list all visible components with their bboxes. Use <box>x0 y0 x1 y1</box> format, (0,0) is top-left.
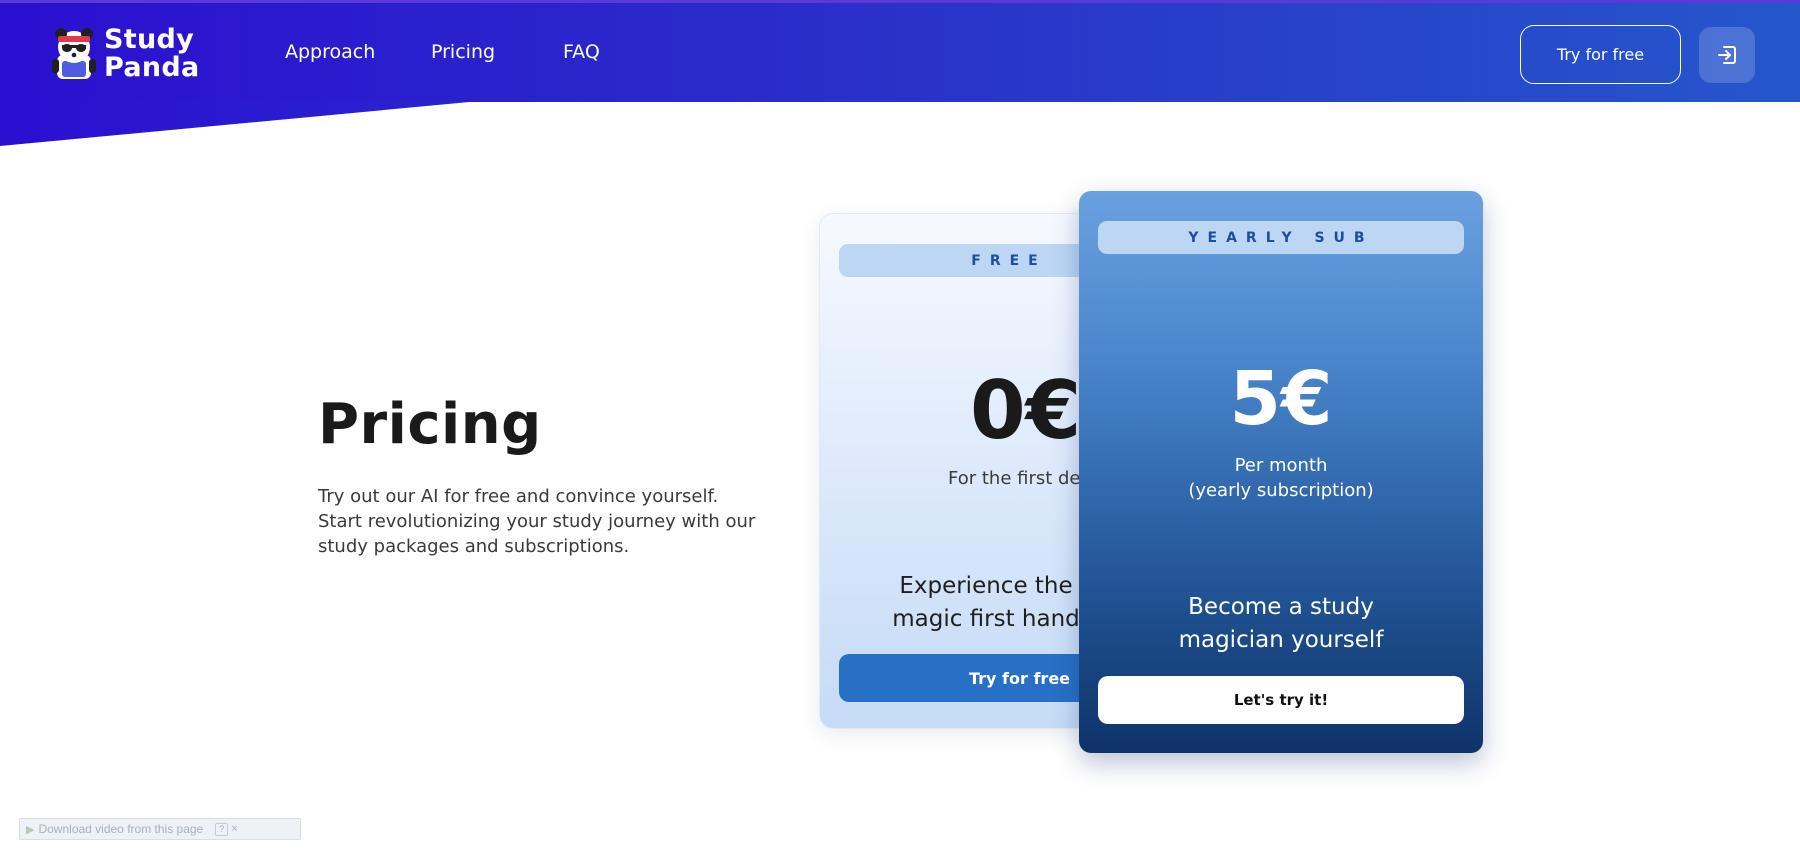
free-plan-tagline: Experience the magic first hand <box>820 570 1088 636</box>
top-navigation-bar: Study Panda Approach Pricing FAQ Try for… <box>0 0 1800 102</box>
free-plan-card: FREE 0€ For the first decade Experience … <box>819 213 1089 729</box>
brand-name-line2: Panda <box>104 52 200 83</box>
free-plan-subtitle: For the first decade <box>948 468 1089 489</box>
header-try-for-free-button[interactable]: Try for free <box>1520 25 1681 84</box>
yearly-plan-card: YEARLY SUB 5€ Per month (yearly subscrip… <box>1079 191 1483 753</box>
brand-logo[interactable]: Study Panda <box>48 23 200 85</box>
pricing-description: Try out our AI for free and convince you… <box>318 486 756 557</box>
download-video-bar[interactable]: ▶ Download video from this page ? × <box>19 818 301 840</box>
close-icon[interactable]: × <box>231 823 237 835</box>
nav-item-pricing[interactable]: Pricing <box>431 41 495 63</box>
download-video-label[interactable]: Download video from this page <box>38 822 203 836</box>
page-title: Pricing <box>318 392 542 457</box>
yearly-plan-price: 5€ <box>1229 356 1333 442</box>
nav-item-approach[interactable]: Approach <box>285 41 375 63</box>
yearly-plan-tagline-line1: Become a study <box>1188 594 1374 620</box>
yearly-plan-badge: YEARLY SUB <box>1098 221 1464 254</box>
login-button[interactable] <box>1699 27 1755 83</box>
play-icon: ▶ <box>26 823 35 836</box>
yearly-plan-subtitle-line2: (yearly subscription) <box>1188 480 1374 501</box>
free-plan-tagline-line1: Experience the <box>899 573 1073 599</box>
free-plan-tagline-line2: magic first hand <box>892 606 1080 632</box>
nav-item-faq[interactable]: FAQ <box>563 41 600 63</box>
yearly-plan-tagline-line2: magician yourself <box>1178 627 1384 653</box>
panda-logo-icon <box>52 28 96 79</box>
yearly-plan-tagline: Become a study magician yourself <box>1079 591 1483 657</box>
free-plan-try-button[interactable]: Try for free <box>839 654 1088 702</box>
brand-name: Study Panda <box>104 26 200 82</box>
yearly-plan-subtitle-line1: Per month <box>1234 455 1328 476</box>
header-wedge-decoration <box>0 101 480 146</box>
yearly-plan-try-button[interactable]: Let's try it! <box>1098 676 1464 724</box>
help-icon[interactable]: ? <box>215 822 229 836</box>
yearly-plan-subtitle: Per month (yearly subscription) <box>1079 453 1483 503</box>
brand-name-line1: Study <box>104 24 195 55</box>
login-icon <box>1718 46 1736 64</box>
free-plan-price: 0€ <box>970 364 1082 457</box>
free-plan-badge: FREE <box>839 244 1088 277</box>
free-plan-try-label: Try for free <box>969 668 1071 688</box>
